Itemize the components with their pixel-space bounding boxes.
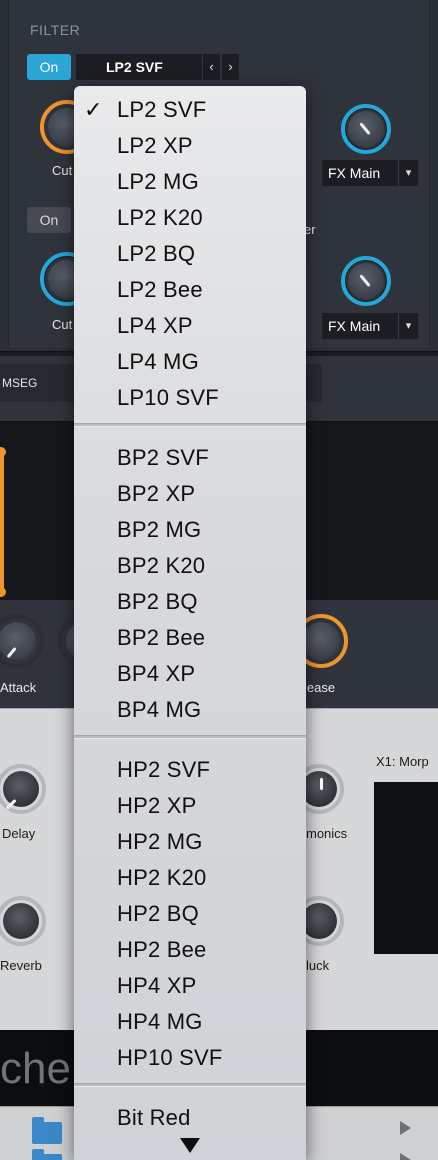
menu-item[interactable]: HP2 BQ: [74, 896, 306, 932]
menu-separator: [74, 1083, 306, 1087]
menu-item-label: HP2 SVF: [117, 757, 211, 782]
menu-separator: [74, 735, 306, 739]
chevron-down-icon: ▾: [398, 160, 418, 186]
menu-item[interactable]: LP4 MG: [74, 344, 306, 380]
menu-item-label: HP2 XP: [117, 793, 197, 818]
play-icon[interactable]: [400, 1153, 411, 1160]
menu-item[interactable]: HP4 MG: [74, 1004, 306, 1040]
fx-route2-value: FX Main: [328, 318, 381, 334]
menu-item[interactable]: LP2 Bee: [74, 272, 306, 308]
menu-item-label: BP2 MG: [117, 517, 202, 542]
fx-send1-knob[interactable]: [341, 104, 391, 154]
menu-item[interactable]: BP2 BQ: [74, 584, 306, 620]
folder-icon[interactable]: [32, 1117, 62, 1144]
duck-label: luck: [306, 958, 330, 973]
menu-item[interactable]: LP2 MG: [74, 164, 306, 200]
menu-item-label: LP2 BQ: [117, 241, 196, 266]
menu-item[interactable]: LP2 XP: [74, 128, 306, 164]
menu-item-label: LP4 MG: [117, 349, 199, 374]
next-filter-button[interactable]: ›: [221, 54, 239, 80]
menu-item[interactable]: HP2 SVF: [74, 752, 306, 788]
menu-item[interactable]: LP2 K20: [74, 200, 306, 236]
menu-item-label: HP4 XP: [117, 973, 197, 998]
menu-item-label: LP2 K20: [117, 205, 203, 230]
cutoff2-label: Cut: [52, 317, 73, 332]
menu-item-label: BP2 SVF: [117, 445, 209, 470]
menu-item-label: BP2 XP: [117, 481, 196, 506]
menu-item-label: HP4 MG: [117, 1009, 203, 1034]
menu-item-label: BP2 BQ: [117, 589, 198, 614]
attack-label: Attack: [0, 680, 37, 695]
menu-item[interactable]: LP10 SVF: [74, 380, 306, 416]
menu-item[interactable]: LP2 SVF ✓: [74, 92, 306, 128]
menu-item-label: HP2 BQ: [117, 901, 199, 926]
menu-item-label: BP4 MG: [117, 697, 202, 722]
menu-item[interactable]: HP2 K20: [74, 860, 306, 896]
release-label: lease: [304, 680, 336, 695]
menu-separator: [74, 423, 306, 427]
harmonics-label: monics: [306, 826, 348, 841]
menu-item-label: HP2 K20: [117, 865, 207, 890]
fx-route1-value: FX Main: [328, 165, 381, 181]
delay-label: Delay: [2, 826, 36, 841]
menu-item[interactable]: BP2 K20: [74, 548, 306, 584]
menu-item-label: LP4 XP: [117, 313, 193, 338]
fx-route2-select[interactable]: FX Main ▾: [322, 313, 418, 339]
menu-item-label: HP2 MG: [117, 829, 203, 854]
fx-route1-select[interactable]: FX Main ▾: [322, 160, 418, 186]
menu-item-label: Bit Red: [117, 1105, 191, 1130]
chevron-down-icon: ▾: [398, 313, 418, 339]
preset-name-text: che: [0, 1044, 71, 1093]
menu-item-label: LP2 Bee: [117, 277, 203, 302]
menu-item[interactable]: BP2 MG: [74, 512, 306, 548]
menu-item-label: BP2 Bee: [117, 625, 206, 650]
x1-label: X1: Morp: [376, 754, 429, 769]
filter1-on-button[interactable]: On: [27, 54, 71, 80]
menu-item-label: LP2 MG: [117, 169, 199, 194]
menu-item[interactable]: HP10 SVF: [74, 1040, 306, 1076]
menu-item[interactable]: BP2 SVF: [74, 440, 306, 476]
play-icon[interactable]: [400, 1121, 411, 1135]
menu-item[interactable]: Bit Red: [74, 1100, 306, 1136]
menu-item[interactable]: BP2 XP: [74, 476, 306, 512]
filter-type-selector[interactable]: LP2 SVF: [76, 54, 202, 80]
menu-item[interactable]: LP4 XP: [74, 308, 306, 344]
menu-item[interactable]: BP4 MG: [74, 692, 306, 728]
menu-item[interactable]: BP4 XP: [74, 656, 306, 692]
prev-filter-button[interactable]: ‹: [202, 54, 220, 80]
menu-item-label: LP2 SVF: [117, 97, 207, 122]
menu-item[interactable]: HP2 Bee: [74, 932, 306, 968]
filter-title: FILTER: [30, 22, 81, 38]
fx-send2-knob[interactable]: [341, 256, 391, 306]
menu-item-label: BP4 XP: [117, 661, 196, 686]
menu-item[interactable]: LP2 BQ: [74, 236, 306, 272]
mseg-envelope-line: [0, 452, 4, 592]
menu-item[interactable]: BP2 Bee: [74, 620, 306, 656]
menu-item-label: LP2 XP: [117, 133, 193, 158]
reverb-label: Reverb: [0, 958, 42, 973]
menu-item[interactable]: HP2 MG: [74, 824, 306, 860]
menu-item[interactable]: HP2 XP: [74, 788, 306, 824]
scroll-down-arrow-icon[interactable]: [180, 1138, 200, 1153]
filter2-on-button[interactable]: On: [27, 207, 71, 233]
menu-item-label: HP2 Bee: [117, 937, 207, 962]
x1-display[interactable]: [374, 782, 438, 954]
menu-item[interactable]: HP4 XP: [74, 968, 306, 1004]
menu-item-label: BP2 K20: [117, 553, 206, 578]
menu-item-label: LP10 SVF: [117, 385, 219, 410]
cutoff1-label: Cut: [52, 163, 73, 178]
folder-icon[interactable]: [32, 1149, 62, 1160]
checkmark-icon: ✓: [84, 97, 103, 122]
menu-item-label: HP10 SVF: [117, 1045, 223, 1070]
filter-type-menu[interactable]: LP2 SVF ✓ LP2 XP LP2 MG LP2 K20 LP2 BQ LP2 Bee…: [74, 86, 306, 1160]
